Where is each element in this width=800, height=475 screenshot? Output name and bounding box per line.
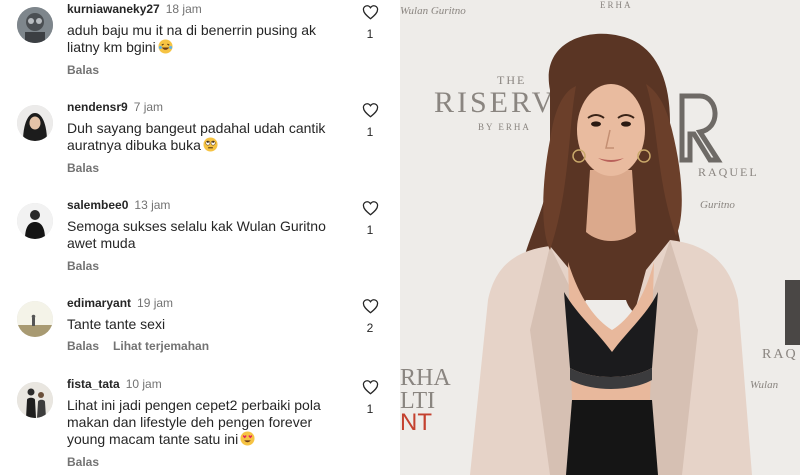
avatar-image (17, 301, 53, 337)
reply-button[interactable]: Balas (67, 161, 99, 175)
comment-text: Tante tante sexi (67, 316, 166, 332)
avatar-image (17, 105, 53, 141)
avatar[interactable] (17, 105, 53, 141)
comment-username[interactable]: salembee0 (67, 198, 128, 212)
like-control: 2 (360, 298, 380, 335)
photo-illustration: THE RISERVA BY ERHA RAQUEL RHA LTI RAQ W… (400, 0, 800, 475)
comment-meta: edimaryant 19 jam (67, 296, 173, 310)
comment-meta: kurniawaneky27 18 jam (67, 2, 202, 16)
like-count: 2 (366, 321, 374, 335)
avatar-image (17, 382, 53, 418)
heart-icon[interactable] (362, 200, 379, 216)
comment-time: 18 jam (165, 2, 202, 16)
backdrop-text: BY ERHA (478, 122, 531, 132)
comment-username[interactable]: fista_tata (67, 377, 120, 391)
event-photo: THE RISERVA BY ERHA RAQUEL RHA LTI RAQ W… (400, 0, 800, 475)
backdrop-text: THE (497, 73, 526, 87)
reply-button[interactable]: Balas (67, 63, 99, 77)
comment-text-block: Lihat ini jadi pengen cepet2 perbaiki po… (67, 397, 347, 448)
avatar-image (17, 203, 53, 239)
comments-panel: kurniawaneky27 18 jam aduh baju mu it na … (0, 0, 400, 475)
like-control: 1 (360, 379, 380, 416)
heart-icon[interactable] (362, 298, 379, 314)
laughing-tears-emoji (158, 39, 173, 54)
comment-time: 19 jam (137, 296, 174, 310)
backdrop-text: RAQ (762, 347, 798, 362)
heart-icon[interactable] (362, 4, 379, 20)
comment-actions: Balas (67, 63, 99, 77)
like-control: 1 (360, 4, 380, 41)
comment-text-block: Duh sayang bangeut padahal udah cantik a… (67, 120, 347, 154)
comment-time: 10 jam (125, 377, 162, 391)
reply-button[interactable]: Balas (67, 339, 99, 353)
translate-button[interactable]: Lihat terjemahan (113, 339, 209, 353)
like-count: 1 (366, 223, 374, 237)
avatar[interactable] (17, 301, 53, 337)
comment-text-block: aduh baju mu it na di benerrin pusing ak… (67, 22, 347, 56)
comment-username[interactable]: nendensr9 (67, 100, 128, 114)
comment-text: aduh baju mu it na di benerrin pusing ak… (67, 22, 317, 55)
reply-button[interactable]: Balas (67, 259, 99, 273)
comment-actions: Balas Lihat terjemahan (67, 339, 209, 353)
like-count: 1 (366, 402, 374, 416)
comment-text: Lihat ini jadi pengen cepet2 perbaiki po… (67, 397, 321, 447)
comment-actions: Balas (67, 259, 99, 273)
like-count: 1 (366, 27, 374, 41)
avatar[interactable] (17, 382, 53, 418)
avatar[interactable] (17, 203, 53, 239)
backdrop-text: ERHA (600, 0, 633, 10)
comment-meta: nendensr9 7 jam (67, 100, 163, 114)
comment-meta: salembee0 13 jam (67, 198, 170, 212)
like-count: 1 (366, 125, 374, 139)
heart-eyes-emoji (240, 431, 255, 446)
comment-text: Semoga sukses selalu kak Wulan Guritno a… (67, 218, 326, 251)
heart-icon[interactable] (362, 379, 379, 395)
comment-actions: Balas (67, 455, 99, 469)
comment-username[interactable]: kurniawaneky27 (67, 2, 160, 16)
backdrop-text: NT (400, 409, 432, 436)
like-control: 1 (360, 102, 380, 139)
avatar-image (17, 7, 53, 43)
comment-time: 13 jam (134, 198, 171, 212)
backdrop-text: Guritno (700, 199, 735, 211)
reply-button[interactable]: Balas (67, 455, 99, 469)
backdrop-text: Wulan (750, 379, 779, 391)
backdrop-text: RAQUEL (698, 165, 759, 179)
eye-roll-emoji (203, 137, 218, 152)
comment-actions: Balas (67, 161, 99, 175)
comment-username[interactable]: edimaryant (67, 296, 131, 310)
backdrop-text: Wulan Guritno (400, 5, 466, 17)
heart-icon[interactable] (362, 102, 379, 118)
comment-text: Duh sayang bangeut padahal udah cantik a… (67, 120, 326, 153)
comment-time: 7 jam (133, 100, 164, 114)
comment-meta: fista_tata 10 jam (67, 377, 162, 391)
avatar[interactable] (17, 7, 53, 43)
like-control: 1 (360, 200, 380, 237)
